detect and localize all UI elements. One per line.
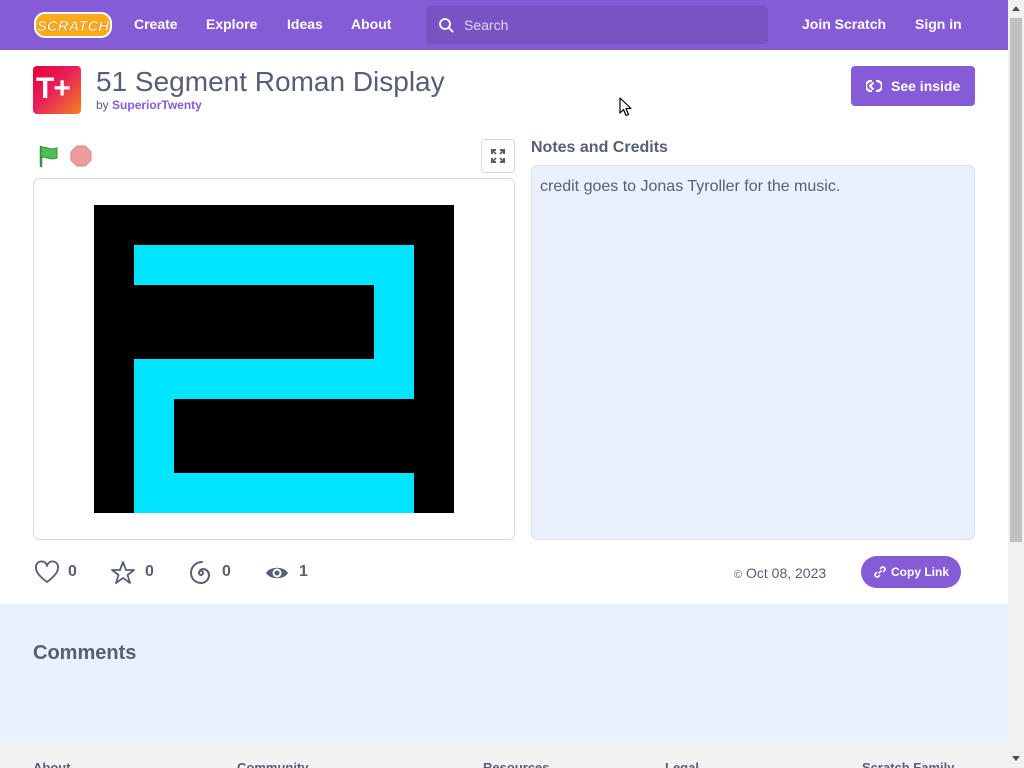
- nav-ideas-link[interactable]: Ideas: [287, 16, 323, 32]
- comments-heading: Comments: [33, 642, 137, 664]
- display-segment: [134, 473, 414, 513]
- footer-about-heading[interactable]: About: [33, 760, 71, 768]
- footer-resources-heading[interactable]: Resources: [483, 760, 549, 768]
- svg-text:SCRATCH: SCRATCH: [37, 18, 110, 35]
- project-title: 51 Segment Roman Display: [96, 66, 445, 97]
- stage-canvas[interactable]: [94, 205, 454, 513]
- remix-swirl-icon: [189, 561, 211, 585]
- scrollbar-thumb[interactable]: [1010, 18, 1022, 542]
- copy-link-label: Copy Link: [891, 565, 950, 579]
- search-icon: [439, 18, 454, 33]
- remix-count: 0: [222, 563, 231, 580]
- love-count: 0: [68, 563, 77, 580]
- comments-section: Comments: [0, 604, 1008, 742]
- nav-about-link[interactable]: About: [351, 16, 391, 32]
- display-segment: [134, 359, 414, 399]
- see-inside-button[interactable]: See inside: [851, 66, 975, 106]
- view-count: 1: [299, 563, 308, 580]
- footer-community-heading[interactable]: Community: [237, 760, 309, 768]
- search-bar[interactable]: [426, 6, 768, 44]
- remix-icon: [866, 79, 882, 93]
- link-icon: [874, 566, 886, 578]
- search-input[interactable]: [464, 6, 760, 44]
- stop-icon[interactable]: [69, 144, 93, 168]
- fullscreen-icon: [491, 149, 505, 163]
- fullscreen-button[interactable]: [481, 139, 515, 173]
- footer-legal-heading[interactable]: Legal: [665, 760, 699, 768]
- share-date: © Oct 08, 2023: [734, 565, 826, 581]
- copyright-icon: ©: [734, 569, 743, 581]
- notes-heading: Notes and Credits: [531, 139, 668, 156]
- notes-box: credit goes to Jonas Tyroller for the mu…: [531, 165, 975, 540]
- top-navbar: SCRATCH Create Explore Ideas About Join …: [0, 0, 1008, 50]
- project-stage[interactable]: [33, 178, 515, 540]
- share-date-text: Oct 08, 2023: [746, 565, 827, 581]
- nav-explore-link[interactable]: Explore: [206, 16, 257, 32]
- see-inside-label: See inside: [891, 78, 961, 94]
- scroll-down-arrow-icon[interactable]: [1012, 756, 1020, 761]
- footer: About Community Resources Legal Scratch …: [0, 742, 1008, 768]
- display-segment: [134, 245, 414, 285]
- scratch-logo[interactable]: SCRATCH: [34, 11, 112, 39]
- star-icon[interactable]: [110, 560, 136, 586]
- notes-text: credit goes to Jonas Tyroller for the mu…: [540, 178, 841, 195]
- sign-in-link[interactable]: Sign in: [915, 16, 962, 32]
- mouse-cursor-icon: [619, 97, 632, 117]
- green-flag-icon[interactable]: [37, 144, 61, 168]
- favorite-count: 0: [145, 563, 154, 580]
- by-label: by: [96, 98, 109, 112]
- author-link[interactable]: SuperiorTwenty: [112, 98, 202, 112]
- footer-scratch-family-heading[interactable]: Scratch Family: [862, 760, 955, 768]
- join-scratch-link[interactable]: Join Scratch: [802, 16, 886, 32]
- heart-icon[interactable]: [34, 560, 60, 586]
- scroll-up-arrow-icon[interactable]: [1012, 6, 1020, 11]
- eye-icon: [266, 567, 288, 579]
- copy-link-button[interactable]: Copy Link: [861, 556, 961, 588]
- nav-create-link[interactable]: Create: [134, 16, 178, 32]
- vertical-scrollbar[interactable]: [1008, 0, 1024, 768]
- project-byline: by SuperiorTwenty: [96, 98, 202, 112]
- author-avatar[interactable]: T+: [33, 66, 81, 114]
